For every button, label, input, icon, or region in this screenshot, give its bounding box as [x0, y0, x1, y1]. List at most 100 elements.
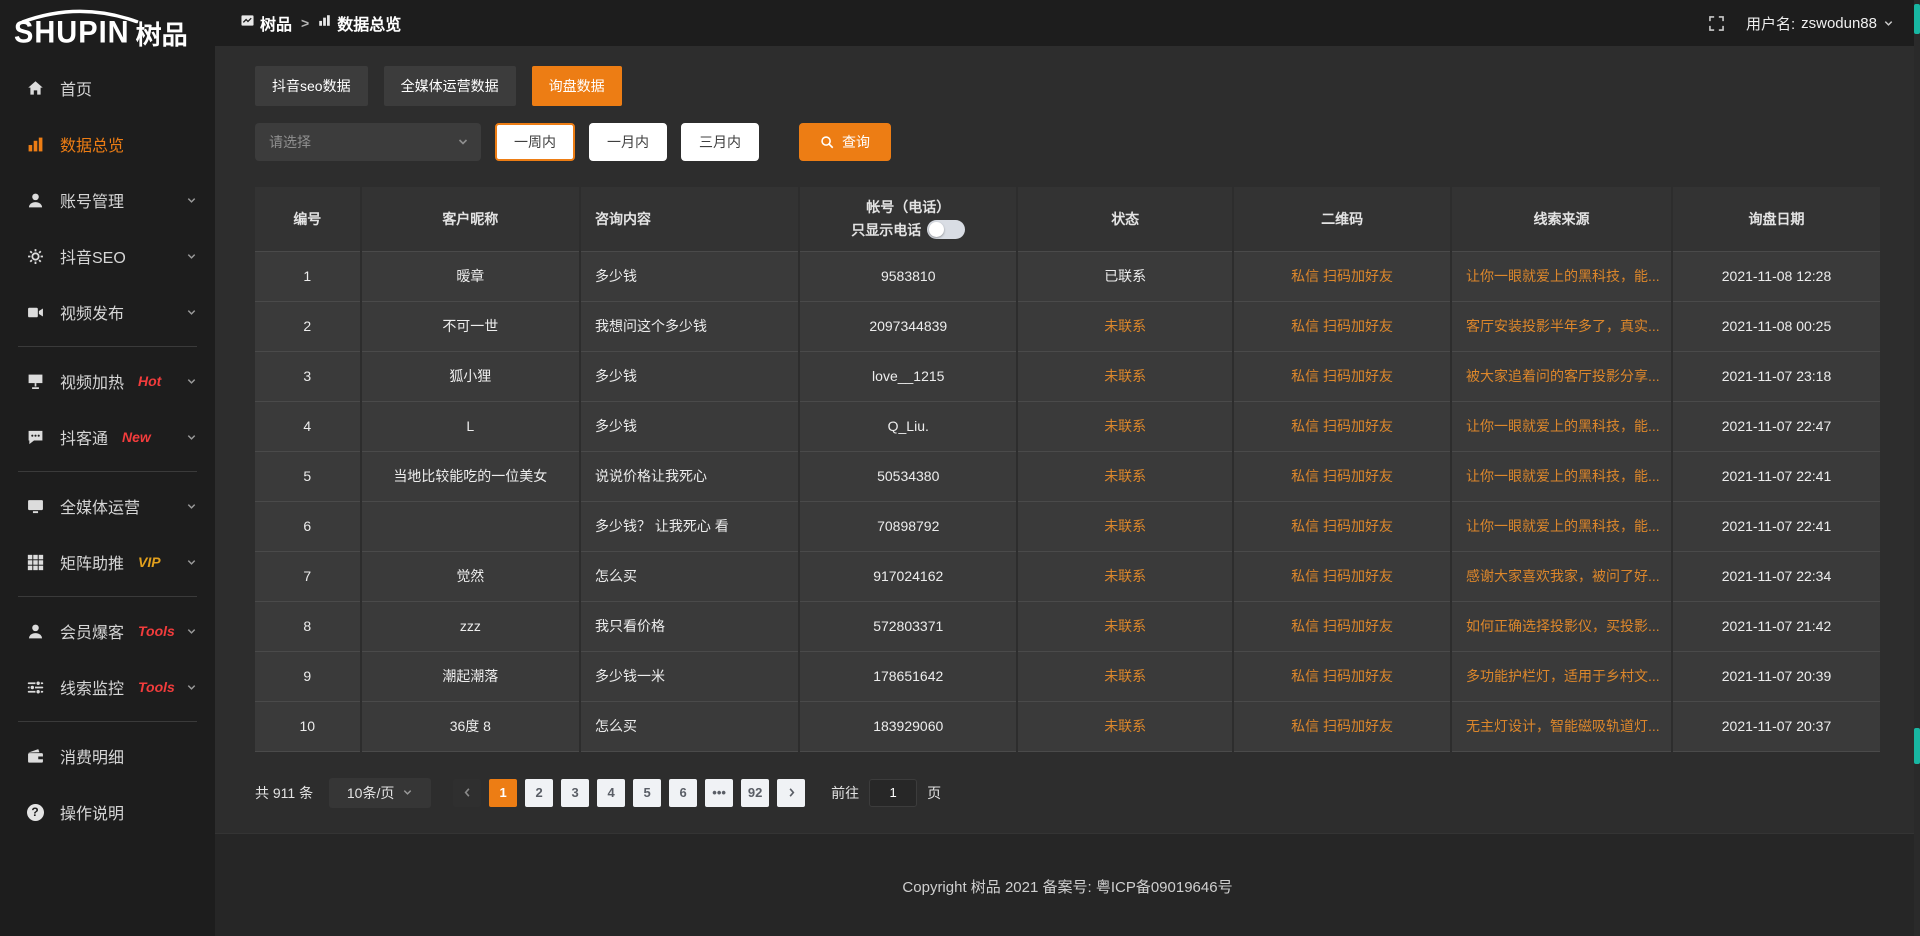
cell-status: 未联系 [1017, 401, 1233, 451]
table-header-row: 编号 客户昵称 咨询内容 帐号（电话） 只显示电话 状态 二维码 线索来源 询盘… [255, 187, 1880, 251]
cell-status: 未联系 [1017, 451, 1233, 501]
filter-select[interactable]: 请选择 [255, 123, 481, 161]
col-header-account: 帐号（电话） 只显示电话 [799, 187, 1017, 251]
cell-qrcode-link[interactable]: 私信 扫码加好友 [1233, 551, 1451, 601]
tab-media-operation-data[interactable]: 全媒体运营数据 [384, 66, 516, 106]
sidebar-item-douyin-seo[interactable]: 抖音SEO [0, 228, 215, 284]
chevron-down-icon [186, 682, 197, 693]
page-button-2[interactable]: 2 [525, 779, 553, 807]
period-button-3[interactable]: 三月内 [681, 123, 759, 161]
cell-index: 1 [255, 251, 361, 301]
goto-page-input[interactable] [869, 779, 917, 807]
goto-unit: 页 [927, 783, 941, 803]
sidebar-item-video-publish[interactable]: 视频发布 [0, 284, 215, 340]
cell-content: 我只看价格 [580, 601, 799, 651]
logo-text: SHUPIN [14, 18, 130, 49]
logo-cn-text: 树品 [136, 22, 188, 48]
cell-source-link[interactable]: 无主灯设计，智能磁吸轨道灯... [1451, 701, 1672, 751]
scrollbar-track[interactable] [1914, 0, 1920, 936]
sidebar-item-home[interactable]: 首页 [0, 60, 215, 116]
period-button-2[interactable]: 一月内 [589, 123, 667, 161]
cell-source-link[interactable]: 让你一眼就爱上的黑科技，能... [1451, 401, 1672, 451]
cell-nickname: 不可一世 [361, 301, 580, 351]
sidebar-item-account-manage[interactable]: 账号管理 [0, 172, 215, 228]
sidebar-item-operation-guide[interactable]: 操作说明 [0, 784, 215, 840]
prev-page-button[interactable] [453, 779, 481, 807]
cell-qrcode-link[interactable]: 私信 扫码加好友 [1233, 251, 1451, 301]
breadcrumb-separator: > [301, 15, 309, 31]
col-header-source: 线索来源 [1451, 187, 1672, 251]
filter-select-placeholder: 请选择 [269, 132, 311, 152]
page-size-select[interactable]: 10条/页 [329, 778, 431, 808]
sidebar-item-data-overview[interactable]: 数据总览 [0, 116, 215, 172]
cell-content: 多少钱 [580, 351, 799, 401]
cell-qrcode-link[interactable]: 私信 扫码加好友 [1233, 451, 1451, 501]
video-icon [26, 303, 44, 321]
sidebar-item-douketong[interactable]: 抖客通New [0, 409, 215, 465]
chevron-down-icon [186, 557, 197, 568]
breadcrumb-item-home[interactable]: 树品 [241, 11, 292, 35]
table-row: 5当地比较能吃的一位美女说说价格让我死心50534380未联系私信 扫码加好友让… [255, 451, 1880, 501]
next-page-button[interactable] [777, 779, 805, 807]
page-button-6[interactable]: 6 [669, 779, 697, 807]
cell-qrcode-link[interactable]: 私信 扫码加好友 [1233, 601, 1451, 651]
cell-content: 多少钱 [580, 401, 799, 451]
user-dropdown[interactable]: 用户名: zswodun88 [1746, 13, 1894, 34]
cell-source-link[interactable]: 多功能护栏灯，适用于乡村文... [1451, 651, 1672, 701]
sidebar-item-label: 账号管理 [60, 188, 124, 212]
cell-qrcode-link[interactable]: 私信 扫码加好友 [1233, 701, 1451, 751]
breadcrumb-item-current[interactable]: 数据总览 [318, 11, 401, 35]
sidebar-item-label: 消费明细 [60, 744, 124, 768]
table-row: 8zzz我只看价格572803371未联系私信 扫码加好友如何正确选择投影仪，买… [255, 601, 1880, 651]
page-button-1[interactable]: 1 [489, 779, 517, 807]
sidebar-item-clue-monitor[interactable]: 线索监控Tools [0, 659, 215, 715]
cell-source-link[interactable]: 客厅安装投影半年多了，真实... [1451, 301, 1672, 351]
page-button-5[interactable]: 5 [633, 779, 661, 807]
page-button-3[interactable]: 3 [561, 779, 589, 807]
sidebar-item-matrix-boost[interactable]: 矩阵助推VIP [0, 534, 215, 590]
cell-nickname: 暧章 [361, 251, 580, 301]
table-row: 6多少钱？ 让我死心 看70898792未联系私信 扫码加好友让你一眼就爱上的黑… [255, 501, 1880, 551]
cell-source-link[interactable]: 被大家追着问的客厅投影分享... [1451, 351, 1672, 401]
table-row: 2不可一世我想问这个多少钱2097344839未联系私信 扫码加好友客厅安装投影… [255, 301, 1880, 351]
page-button-92[interactable]: 92 [741, 779, 769, 807]
cell-status: 未联系 [1017, 701, 1233, 751]
cell-source-link[interactable]: 如何正确选择投影仪，买投影... [1451, 601, 1672, 651]
chevron-down-icon [457, 136, 469, 148]
scrollbar-thumb[interactable] [1914, 4, 1920, 34]
chevron-right-icon [786, 787, 797, 798]
cell-source-link[interactable]: 感谢大家喜欢我家，被问了好... [1451, 551, 1672, 601]
cell-qrcode-link[interactable]: 私信 扫码加好友 [1233, 301, 1451, 351]
cell-account: 70898792 [799, 501, 1017, 551]
cell-date: 2021-11-07 22:47 [1672, 401, 1880, 451]
tab-douyin-seo-data[interactable]: 抖音seo数据 [255, 66, 368, 106]
cell-qrcode-link[interactable]: 私信 扫码加好友 [1233, 501, 1451, 551]
chevron-down-icon [186, 626, 197, 637]
sidebar-item-member-baoke[interactable]: 会员爆客Tools [0, 603, 215, 659]
sidebar-item-consume-detail[interactable]: 消费明细 [0, 728, 215, 784]
fullscreen-icon[interactable] [1709, 16, 1724, 31]
cell-date: 2021-11-07 21:42 [1672, 601, 1880, 651]
search-icon [820, 135, 835, 150]
scrollbar-mark[interactable] [1914, 728, 1920, 764]
cell-source-link[interactable]: 让你一眼就爱上的黑科技，能... [1451, 451, 1672, 501]
sidebar-item-media-operation[interactable]: 全媒体运营 [0, 478, 215, 534]
cell-qrcode-link[interactable]: 私信 扫码加好友 [1233, 401, 1451, 451]
sidebar-item-badge: Hot [138, 373, 161, 389]
tab-inquiry-data[interactable]: 询盘数据 [532, 66, 622, 106]
query-button[interactable]: 查询 [799, 123, 891, 161]
cell-source-link[interactable]: 让你一眼就爱上的黑科技，能... [1451, 501, 1672, 551]
cell-source-link[interactable]: 让你一眼就爱上的黑科技，能... [1451, 251, 1672, 301]
table-row: 7觉然怎么买917024162未联系私信 扫码加好友感谢大家喜欢我家，被问了好.… [255, 551, 1880, 601]
cell-index: 4 [255, 401, 361, 451]
page-button-4[interactable]: 4 [597, 779, 625, 807]
phone-only-toggle[interactable] [927, 220, 965, 239]
inquiry-table-wrap: 编号 客户昵称 咨询内容 帐号（电话） 只显示电话 状态 二维码 线索来源 询盘… [255, 187, 1880, 752]
logo: SHUPIN 树品 [0, 0, 215, 50]
sidebar-item-video-heat[interactable]: 视频加热Hot [0, 353, 215, 409]
period-button-1[interactable]: 一周内 [495, 123, 575, 161]
cell-qrcode-link[interactable]: 私信 扫码加好友 [1233, 351, 1451, 401]
col-header-qrcode: 二维码 [1233, 187, 1451, 251]
cell-qrcode-link[interactable]: 私信 扫码加好友 [1233, 651, 1451, 701]
page-ellipsis-button[interactable]: ••• [705, 779, 733, 807]
